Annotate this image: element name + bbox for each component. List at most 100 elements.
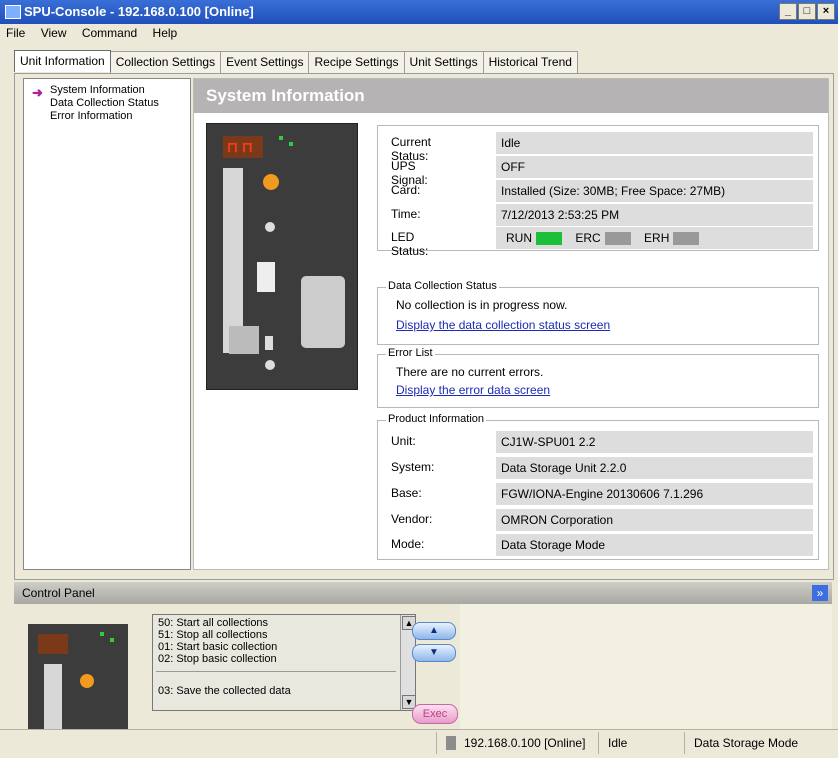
erh-led-indicator	[673, 232, 700, 246]
tab-unit-settings[interactable]: Unit Settings	[403, 51, 484, 73]
status-mode: Data Storage Mode	[694, 736, 799, 750]
tab-body: ➜ System Information Data Collection Sta…	[14, 73, 834, 580]
system-label: System:	[391, 460, 435, 474]
status-bar: 192.168.0.100 [Online] Idle Data Storage…	[0, 729, 838, 758]
move-up-button[interactable]: ▲	[412, 622, 456, 640]
control-panel-body: 50: Start all collections 51: Stop all c…	[14, 604, 832, 729]
menu-help[interactable]: Help	[147, 24, 184, 42]
connection-icon	[446, 736, 456, 750]
ethernet-port	[229, 326, 259, 354]
command-list[interactable]: 50: Start all collections 51: Stop all c…	[152, 614, 416, 711]
current-status-value: Idle	[496, 132, 813, 154]
erh-led-label: ERH	[644, 231, 670, 245]
mode-label: Mode:	[391, 537, 425, 551]
tree-item-system-information[interactable]: System Information	[50, 84, 145, 96]
tab-collection-settings[interactable]: Collection Settings	[109, 51, 222, 73]
dip-switch	[257, 262, 275, 292]
control-panel-bar: Control Panel »	[14, 582, 832, 604]
data-collection-status-legend: Data Collection Status	[386, 280, 499, 292]
erc-led-indicator	[604, 232, 631, 246]
card-value: Installed (Size: 30MB; Free Space: 27MB)	[496, 180, 813, 202]
seven-segment-display	[38, 634, 68, 654]
base-label: Base:	[391, 486, 422, 500]
command-item[interactable]: 50: Start all collections	[158, 617, 268, 629]
panel-header: System Information	[194, 79, 828, 113]
product-information-group: Product Information Unit: CJ1W-SPU01 2.2…	[377, 413, 819, 560]
data-collection-status-group: Data Collection Status No collection is …	[377, 280, 819, 345]
system-information-panel: System Information ⊓ ⊓ Current Status: I…	[193, 78, 829, 570]
status-address: 192.168.0.100 [Online]	[464, 736, 586, 750]
tab-recipe-settings[interactable]: Recipe Settings	[308, 51, 405, 73]
move-down-button[interactable]: ▼	[412, 644, 456, 662]
menu-view[interactable]: View	[35, 24, 73, 42]
led-dot-icon	[110, 638, 114, 642]
maximize-button[interactable]: □	[798, 3, 816, 20]
panel-title: System Information	[206, 86, 365, 105]
status-divider	[684, 732, 685, 754]
menu-bar: File View Command Help	[0, 24, 838, 43]
tree-item-error-information[interactable]: Error Information	[50, 110, 133, 122]
error-list-group: Error List There are no current errors. …	[377, 347, 819, 408]
ups-signal-value: OFF	[496, 156, 813, 178]
mode-value: Data Storage Mode	[496, 534, 813, 556]
product-information-legend: Product Information	[386, 413, 486, 425]
led-status-label: LED Status:	[391, 230, 429, 258]
tab-unit-information[interactable]: Unit Information	[14, 50, 111, 72]
error-data-link[interactable]: Display the error data screen	[396, 383, 550, 397]
status-state: Idle	[608, 736, 628, 750]
control-panel-title: Control Panel	[22, 586, 95, 600]
run-led-indicator	[536, 232, 562, 246]
window-title: SPU-Console - 192.168.0.100 [Online]	[24, 4, 254, 19]
control-panel-output-area	[460, 604, 832, 729]
erc-led-label: ERC	[575, 231, 601, 245]
close-button[interactable]: ×	[817, 3, 835, 20]
vendor-label: Vendor:	[391, 512, 433, 526]
switch-icon	[265, 336, 273, 350]
data-collection-status-link[interactable]: Display the data collection status scree…	[396, 318, 610, 332]
tab-historical-trend[interactable]: Historical Trend	[482, 51, 578, 73]
status-box: Current Status: Idle UPS Signal: OFF Car…	[377, 125, 819, 258]
selected-arrow-icon: ➜	[32, 85, 43, 100]
base-value: FGW/IONA-Engine 20130606 7.1.296	[496, 483, 813, 505]
title-bar: SPU-Console - 192.168.0.100 [Online] _ □…	[0, 0, 838, 24]
button-icon	[265, 360, 275, 370]
tab-strip: Unit Information Collection Settings Eve…	[14, 50, 578, 73]
command-item[interactable]: 03: Save the collected data	[158, 685, 291, 697]
minimize-button[interactable]: _	[779, 3, 797, 20]
system-value: Data Storage Unit 2.2.0	[496, 457, 813, 479]
error-list-legend: Error List	[386, 347, 435, 359]
tree-item-data-collection-status[interactable]: Data Collection Status	[50, 97, 159, 109]
command-item[interactable]: 02: Stop basic collection	[158, 653, 277, 665]
status-divider	[436, 732, 437, 754]
command-item[interactable]: 51: Stop all collections	[158, 629, 267, 641]
unit-value: CJ1W-SPU01 2.2	[496, 431, 813, 453]
control-panel-device-image	[28, 624, 128, 729]
vendor-value: OMRON Corporation	[496, 509, 813, 531]
command-item[interactable]: 01: Start basic collection	[158, 641, 277, 653]
time-label: Time:	[391, 207, 421, 221]
card-slot	[44, 664, 62, 729]
serial-port	[301, 276, 345, 348]
led-dot-icon	[289, 142, 293, 146]
led-dot-icon	[100, 632, 104, 636]
segment-glyphs: ⊓ ⊓	[227, 139, 253, 155]
app-icon	[5, 5, 21, 19]
rotary-switch-icon	[263, 174, 279, 190]
menu-command[interactable]: Command	[76, 24, 143, 42]
menu-file[interactable]: File	[0, 24, 31, 42]
button-icon	[265, 222, 275, 232]
error-list-message: There are no current errors.	[396, 365, 544, 379]
led-dot-icon	[279, 136, 283, 140]
data-collection-message: No collection is in progress now.	[396, 298, 568, 312]
unit-device-image: ⊓ ⊓	[206, 123, 358, 390]
unit-label: Unit:	[391, 434, 416, 448]
status-divider	[598, 732, 599, 754]
time-value: 7/12/2013 2:53:25 PM	[496, 204, 813, 226]
exec-button[interactable]: Exec	[412, 704, 458, 724]
run-led-label: RUN	[506, 231, 532, 245]
collapse-chevron-icon[interactable]: »	[812, 585, 828, 601]
card-label: Card:	[391, 183, 421, 197]
tab-event-settings[interactable]: Event Settings	[220, 51, 310, 73]
led-status-value: RUN ERC ERH	[496, 227, 813, 249]
list-divider	[156, 671, 396, 672]
